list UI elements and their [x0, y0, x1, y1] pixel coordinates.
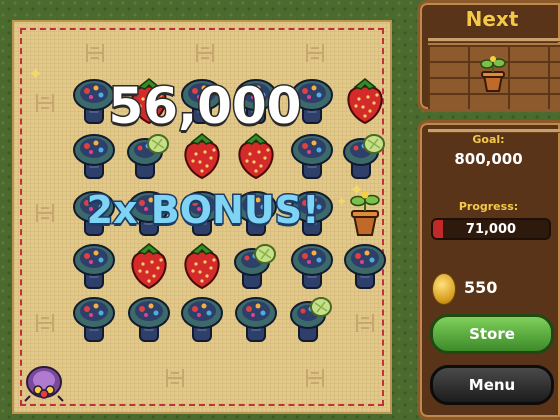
goal-value: 800,000: [454, 150, 523, 168]
progress-bar: 71,000: [431, 218, 551, 240]
mushroom-sprout-icon[interactable]: [288, 293, 336, 345]
ornament-icon: [164, 367, 186, 389]
strawberry-icon[interactable]: [178, 130, 226, 182]
mushroom-sprout-icon[interactable]: [232, 240, 280, 292]
ornament-icon: [34, 202, 56, 224]
ornament-icon: [304, 367, 326, 389]
ornament-icon: [34, 312, 56, 334]
mushroom-icon[interactable]: [125, 293, 173, 345]
ornament-icon: [194, 42, 216, 64]
coin-count: 550: [464, 278, 498, 297]
mushroom-icon[interactable]: [288, 240, 336, 292]
mushroom-icon[interactable]: [70, 130, 118, 182]
strawberry-icon[interactable]: [232, 130, 280, 182]
ornament-icon: [304, 42, 326, 64]
mushroom-icon[interactable]: [178, 293, 226, 345]
sparkle-icon: ✦: [28, 64, 44, 85]
next-label: Next: [465, 7, 519, 32]
store-button[interactable]: Store: [430, 314, 554, 354]
mushroom-icon[interactable]: [70, 293, 118, 345]
bonus-popup: 2x BONUS!: [85, 187, 321, 234]
progress-label: Progress:: [458, 200, 519, 213]
strawberry-icon[interactable]: [125, 240, 173, 292]
flower-pot-icon: [474, 53, 512, 93]
mushroom-icon[interactable]: [232, 293, 280, 345]
flower-pot-icon[interactable]: [341, 187, 389, 239]
mushroom-sprout-icon[interactable]: [125, 130, 173, 182]
strawberry-icon[interactable]: [341, 75, 389, 127]
mushroom-sprout-icon[interactable]: [341, 130, 389, 182]
goal-label: Goal:: [472, 133, 505, 146]
panel-divider: [428, 38, 560, 42]
mushroom-icon[interactable]: [70, 240, 118, 292]
coin-icon: [432, 273, 456, 305]
mushroom-icon[interactable]: [341, 240, 389, 292]
ornament-icon: [354, 312, 376, 334]
progress-value: 71,000: [465, 222, 517, 237]
ornament-icon: [84, 42, 106, 64]
beetle-icon[interactable]: [20, 352, 68, 404]
mushroom-icon[interactable]: [288, 130, 336, 182]
score-popup: 56,000: [107, 77, 303, 136]
menu-button[interactable]: Menu: [430, 365, 554, 405]
ornament-icon: [34, 92, 56, 114]
strawberry-icon[interactable]: [178, 240, 226, 292]
